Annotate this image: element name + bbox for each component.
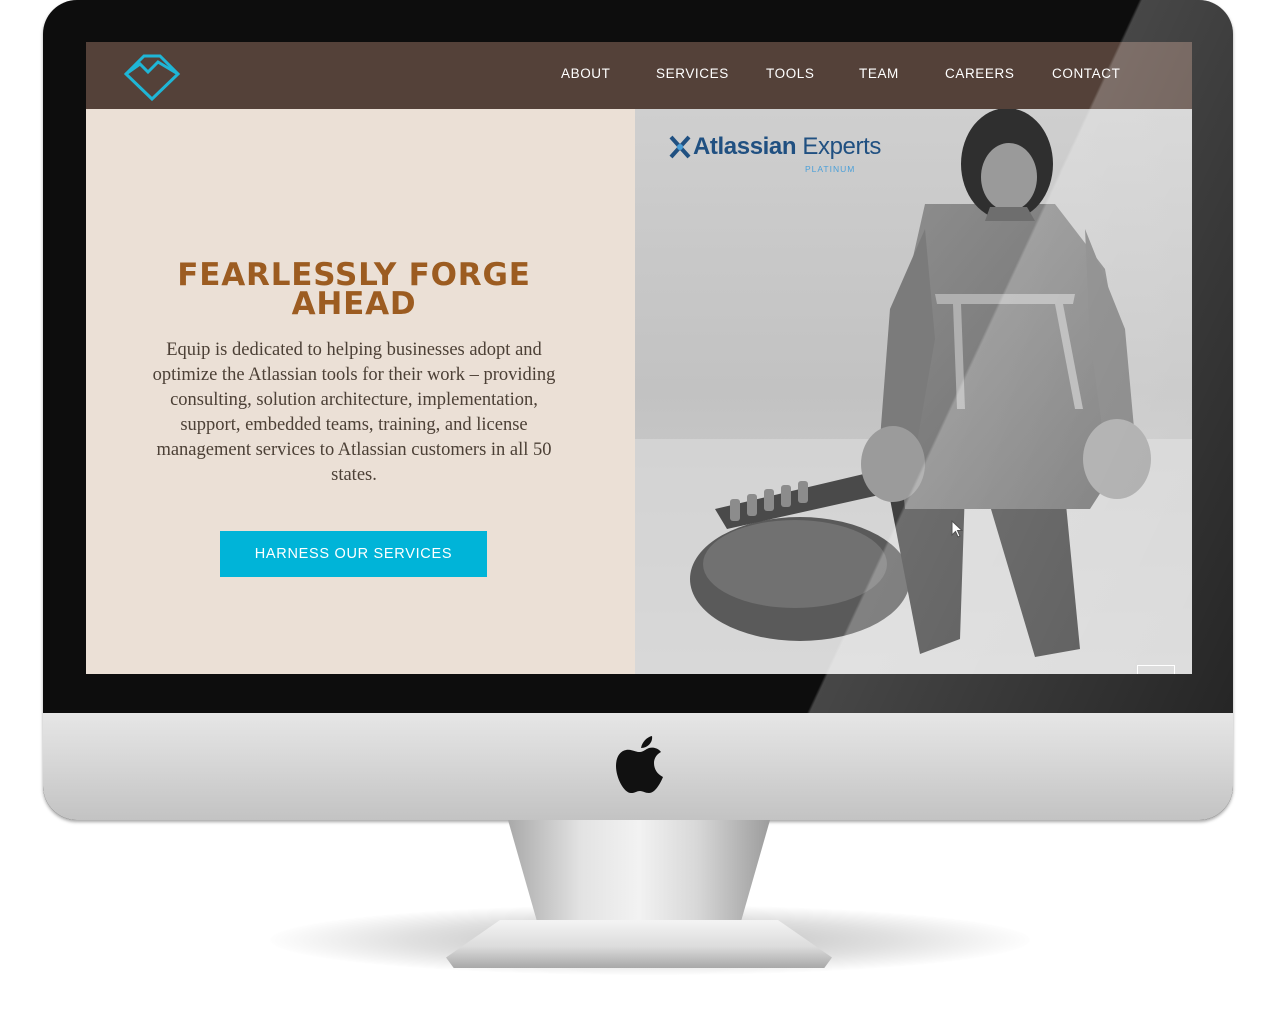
nav-item-tools[interactable]: TOOLS [766,66,815,81]
hero-section: FEARLESSLY FORGE AHEAD Equip is dedicate… [86,109,635,674]
badge-brand-light: Experts [796,133,881,160]
nav-item-services[interactable]: SERVICES [656,66,729,81]
badge-brand: Atlassian Experts [693,133,881,161]
nav-item-about[interactable]: ABOUT [561,66,611,81]
explorer-photo: Atlassian Experts PLATINUM [635,109,1192,674]
scroll-down-control[interactable] [1137,665,1175,674]
badge-tier: PLATINUM [805,164,856,174]
harness-services-button[interactable]: HARNESS OUR SERVICES [220,531,487,577]
monitor-chin [43,713,1233,820]
monitor-stand [508,820,770,930]
hero-title: FEARLESSLY FORGE AHEAD [177,257,531,322]
badge-brand-bold: Atlassian [693,133,797,160]
monitor-stand-base [446,920,832,968]
nav-item-careers[interactable]: CAREERS [945,66,1014,81]
mouse-cursor-icon [951,520,963,538]
nav-item-team[interactable]: TEAM [859,66,899,81]
apple-logo-icon [616,736,663,793]
atlassian-x-icon [669,135,691,159]
nav-item-contact[interactable]: CONTACT [1052,66,1120,81]
website-screen: ABOUT SERVICES TOOLS TEAM CAREERS CONTAC… [86,42,1192,674]
site-header: ABOUT SERVICES TOOLS TEAM CAREERS CONTAC… [86,42,1192,109]
hero-description: Equip is dedicated to helping businesses… [152,340,556,485]
atlassian-experts-badge: Atlassian Experts PLATINUM [669,131,881,179]
explorer-photo-image [635,109,1192,674]
main-nav: ABOUT SERVICES TOOLS TEAM CAREERS CONTAC… [86,42,1192,109]
